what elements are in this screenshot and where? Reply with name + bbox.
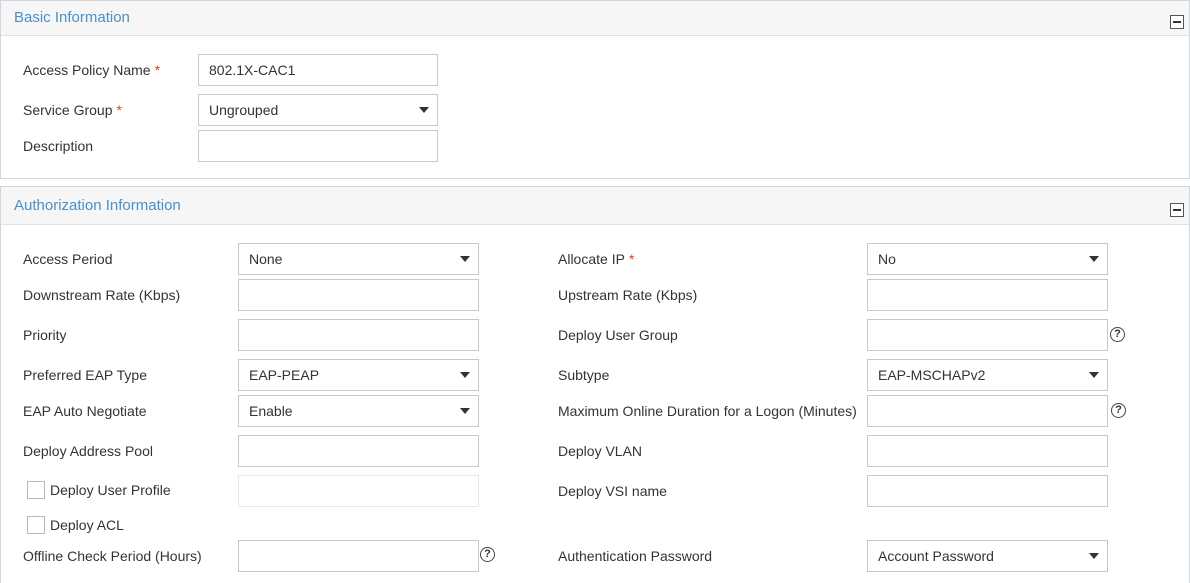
preferred-eap-type-select[interactable]: EAP-PEAP xyxy=(238,359,479,391)
preferred-eap-type-value: EAP-PEAP xyxy=(249,367,320,383)
deploy-user-group-label: Deploy User Group xyxy=(558,327,678,343)
access-period-select[interactable]: None xyxy=(238,243,479,275)
subtype-value: EAP-MSCHAPv2 xyxy=(878,367,986,383)
priority-input[interactable] xyxy=(238,319,479,351)
offline-check-period-label: Offline Check Period (Hours) xyxy=(23,548,202,564)
chevron-down-icon xyxy=(460,408,470,414)
access-period-value: None xyxy=(249,251,283,267)
deploy-address-pool-input[interactable] xyxy=(238,435,479,467)
deploy-user-profile-label: Deploy User Profile xyxy=(50,482,171,498)
deploy-user-profile-checkbox[interactable] xyxy=(27,481,45,499)
eap-auto-negotiate-value: Enable xyxy=(249,403,293,419)
required-mark: * xyxy=(116,102,122,118)
help-icon[interactable]: ? xyxy=(1110,327,1125,342)
deploy-acl-checkbox[interactable] xyxy=(27,516,45,534)
subtype-label: Subtype xyxy=(558,367,610,383)
upstream-rate-input[interactable] xyxy=(867,279,1108,311)
deploy-address-pool-label: Deploy Address Pool xyxy=(23,443,153,459)
max-online-duration-input[interactable] xyxy=(867,395,1108,427)
access-policy-name-label: Access Policy Name * xyxy=(23,62,161,78)
description-input[interactable] xyxy=(198,130,438,162)
authorization-information-header: Authorization Information xyxy=(1,187,1189,225)
deploy-user-group-input[interactable] xyxy=(867,319,1108,351)
chevron-down-icon xyxy=(1089,553,1099,559)
allocate-ip-label: Allocate IP * xyxy=(558,251,635,267)
eap-auto-negotiate-label: EAP Auto Negotiate xyxy=(23,403,147,419)
basic-information-title: Basic Information xyxy=(14,9,130,26)
deploy-vlan-input[interactable] xyxy=(867,435,1108,467)
chevron-down-icon xyxy=(460,256,470,262)
access-period-label: Access Period xyxy=(23,251,113,267)
deploy-acl-label: Deploy ACL xyxy=(50,517,124,533)
preferred-eap-type-label: Preferred EAP Type xyxy=(23,367,147,383)
chevron-down-icon xyxy=(419,107,429,113)
upstream-rate-label: Upstream Rate (Kbps) xyxy=(558,287,698,303)
service-group-select[interactable]: Ungrouped xyxy=(198,94,438,126)
help-icon[interactable]: ? xyxy=(480,547,495,562)
deploy-vsi-name-label: Deploy VSI name xyxy=(558,483,667,499)
allocate-ip-select[interactable]: No xyxy=(867,243,1108,275)
authentication-password-value: Account Password xyxy=(878,548,994,564)
deploy-vsi-name-input[interactable] xyxy=(867,475,1108,507)
max-online-duration-label: Maximum Online Duration for a Logon (Min… xyxy=(558,403,857,419)
help-icon[interactable]: ? xyxy=(1111,403,1126,418)
chevron-down-icon xyxy=(1089,372,1099,378)
access-policy-name-input[interactable]: 802.1X-CAC1 xyxy=(198,54,438,86)
required-mark: * xyxy=(154,62,161,78)
authentication-password-select[interactable]: Account Password xyxy=(867,540,1108,572)
chevron-down-icon xyxy=(1089,256,1099,262)
priority-label: Priority xyxy=(23,327,67,343)
subtype-select[interactable]: EAP-MSCHAPv2 xyxy=(867,359,1108,391)
description-label: Description xyxy=(23,138,94,154)
collapse-icon[interactable] xyxy=(1170,15,1184,29)
chevron-down-icon xyxy=(460,372,470,378)
downstream-rate-input[interactable] xyxy=(238,279,479,311)
downstream-rate-label: Downstream Rate (Kbps) xyxy=(23,287,181,303)
eap-auto-negotiate-select[interactable]: Enable xyxy=(238,395,479,427)
authorization-information-panel: Authorization Information Access Period … xyxy=(0,186,1190,583)
service-group-label: Service Group * xyxy=(23,102,122,118)
offline-check-period-input[interactable] xyxy=(238,540,479,572)
collapse-icon[interactable] xyxy=(1170,203,1184,217)
service-group-value: Ungrouped xyxy=(209,102,279,118)
basic-information-panel: Basic Information Access Policy Name * 80… xyxy=(0,0,1190,179)
deploy-vlan-label: Deploy VLAN xyxy=(558,443,643,459)
deploy-user-profile-input xyxy=(238,475,479,507)
allocate-ip-value: No xyxy=(878,251,896,267)
basic-information-header: Basic Information xyxy=(1,1,1189,36)
authentication-password-label: Authentication Password xyxy=(558,548,713,564)
authorization-information-title: Authorization Information xyxy=(14,197,181,214)
required-mark: * xyxy=(628,251,635,267)
